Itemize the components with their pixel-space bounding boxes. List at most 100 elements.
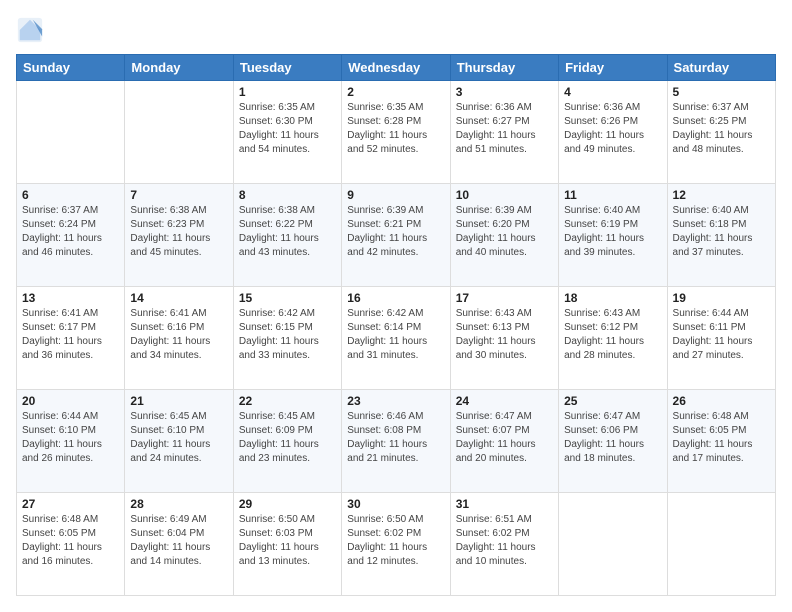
cell-content: Sunset: 6:15 PM — [239, 321, 336, 335]
cell-content: Daylight: 11 hours and 21 minutes. — [347, 438, 444, 466]
cell-content: Daylight: 11 hours and 16 minutes. — [22, 541, 119, 569]
calendar-cell: 30Sunrise: 6:50 AMSunset: 6:02 PMDayligh… — [342, 493, 450, 596]
day-header-monday: Monday — [125, 55, 233, 81]
cell-content: Daylight: 11 hours and 39 minutes. — [564, 232, 661, 260]
cell-content: Sunset: 6:02 PM — [456, 527, 553, 541]
calendar-cell: 5Sunrise: 6:37 AMSunset: 6:25 PMDaylight… — [667, 81, 775, 184]
day-number: 7 — [130, 188, 227, 202]
cell-content: Daylight: 11 hours and 46 minutes. — [22, 232, 119, 260]
calendar-cell: 20Sunrise: 6:44 AMSunset: 6:10 PMDayligh… — [17, 390, 125, 493]
cell-content: Sunrise: 6:40 AM — [673, 204, 770, 218]
calendar-cell: 1Sunrise: 6:35 AMSunset: 6:30 PMDaylight… — [233, 81, 341, 184]
cell-content: Sunrise: 6:47 AM — [564, 410, 661, 424]
calendar-cell: 3Sunrise: 6:36 AMSunset: 6:27 PMDaylight… — [450, 81, 558, 184]
day-number: 28 — [130, 497, 227, 511]
cell-content: Daylight: 11 hours and 12 minutes. — [347, 541, 444, 569]
cell-content: Daylight: 11 hours and 37 minutes. — [673, 232, 770, 260]
cell-content: Sunset: 6:20 PM — [456, 218, 553, 232]
cell-content: Sunrise: 6:41 AM — [130, 307, 227, 321]
calendar-cell — [667, 493, 775, 596]
cell-content: Daylight: 11 hours and 43 minutes. — [239, 232, 336, 260]
calendar-cell: 27Sunrise: 6:48 AMSunset: 6:05 PMDayligh… — [17, 493, 125, 596]
calendar-cell: 17Sunrise: 6:43 AMSunset: 6:13 PMDayligh… — [450, 287, 558, 390]
cell-content: Sunrise: 6:42 AM — [347, 307, 444, 321]
cell-content: Sunset: 6:06 PM — [564, 424, 661, 438]
cell-content: Sunset: 6:26 PM — [564, 115, 661, 129]
logo — [16, 16, 48, 44]
calendar-cell: 10Sunrise: 6:39 AMSunset: 6:20 PMDayligh… — [450, 184, 558, 287]
calendar-cell: 26Sunrise: 6:48 AMSunset: 6:05 PMDayligh… — [667, 390, 775, 493]
cell-content: Sunrise: 6:40 AM — [564, 204, 661, 218]
cell-content: Sunrise: 6:45 AM — [239, 410, 336, 424]
cell-content: Sunset: 6:30 PM — [239, 115, 336, 129]
cell-content: Daylight: 11 hours and 27 minutes. — [673, 335, 770, 363]
week-row-4: 27Sunrise: 6:48 AMSunset: 6:05 PMDayligh… — [17, 493, 776, 596]
week-row-0: 1 Sunrise: 6:35 AMSunset: 6:30 PM Daylight… — [17, 81, 776, 184]
cell-content: Daylight: 11 hours and 34 minutes. — [130, 335, 227, 363]
cell-content: Sunrise: 6:38 AM — [130, 204, 227, 218]
day-number: 23 — [347, 394, 444, 408]
cell-content: Sunrise: 6:35 AM — [239, 101, 336, 115]
cell-content: Daylight: 11 hours and 26 minutes. — [22, 438, 119, 466]
day-number: 31 — [456, 497, 553, 511]
cell-content: Sunset: 6:24 PM — [22, 218, 119, 232]
day-number: 22 — [239, 394, 336, 408]
cell-content: Sunset: 6:28 PM — [347, 115, 444, 129]
day-number: 18 — [564, 291, 661, 305]
calendar-cell — [17, 81, 125, 184]
cell-content: Sunrise: 6:38 AM — [239, 204, 336, 218]
header-row: SundayMondayTuesdayWednesdayThursdayFrid… — [17, 55, 776, 81]
cell-content: Sunset: 6:13 PM — [456, 321, 553, 335]
calendar-cell: 22Sunrise: 6:45 AMSunset: 6:09 PMDayligh… — [233, 390, 341, 493]
cell-content: Sunset: 6:12 PM — [564, 321, 661, 335]
cell-content: Sunset: 6:10 PM — [130, 424, 227, 438]
calendar-cell: 19Sunrise: 6:44 AMSunset: 6:11 PMDayligh… — [667, 287, 775, 390]
day-number: 26 — [673, 394, 770, 408]
page: SundayMondayTuesdayWednesdayThursdayFrid… — [0, 0, 792, 612]
calendar-cell: 8Sunrise: 6:38 AMSunset: 6:22 PMDaylight… — [233, 184, 341, 287]
calendar-cell: 28Sunrise: 6:49 AMSunset: 6:04 PMDayligh… — [125, 493, 233, 596]
cell-content: Sunset: 6:21 PM — [347, 218, 444, 232]
cell-content: Sunset: 6:23 PM — [130, 218, 227, 232]
cell-content: Daylight: 11 hours and 30 minutes. — [456, 335, 553, 363]
cell-content: Sunset: 6:27 PM — [456, 115, 553, 129]
cell-content: Daylight: 11 hours and 31 minutes. — [347, 335, 444, 363]
week-row-3: 20Sunrise: 6:44 AMSunset: 6:10 PMDayligh… — [17, 390, 776, 493]
cell-content: Sunset: 6:09 PM — [239, 424, 336, 438]
day-number: 11 — [564, 188, 661, 202]
day-number: 1 — [239, 85, 336, 99]
day-number: 25 — [564, 394, 661, 408]
day-number: 6 — [22, 188, 119, 202]
cell-content: Sunrise: 6:42 AM — [239, 307, 336, 321]
calendar-cell — [125, 81, 233, 184]
calendar-cell: 24Sunrise: 6:47 AMSunset: 6:07 PMDayligh… — [450, 390, 558, 493]
cell-content: Daylight: 11 hours and 51 minutes. — [456, 129, 553, 157]
calendar-cell: 7Sunrise: 6:38 AMSunset: 6:23 PMDaylight… — [125, 184, 233, 287]
day-number: 16 — [347, 291, 444, 305]
week-row-2: 13Sunrise: 6:41 AMSunset: 6:17 PMDayligh… — [17, 287, 776, 390]
cell-content: Sunrise: 6:41 AM — [22, 307, 119, 321]
day-number: 12 — [673, 188, 770, 202]
cell-content: Daylight: 11 hours and 48 minutes. — [673, 129, 770, 157]
calendar-cell: 13Sunrise: 6:41 AMSunset: 6:17 PMDayligh… — [17, 287, 125, 390]
calendar-cell: 9Sunrise: 6:39 AMSunset: 6:21 PMDaylight… — [342, 184, 450, 287]
cell-content: Daylight: 11 hours and 33 minutes. — [239, 335, 336, 363]
calendar-cell: 31Sunrise: 6:51 AMSunset: 6:02 PMDayligh… — [450, 493, 558, 596]
day-header-sunday: Sunday — [17, 55, 125, 81]
cell-content: Daylight: 11 hours and 49 minutes. — [564, 129, 661, 157]
calendar-cell: 29Sunrise: 6:50 AMSunset: 6:03 PMDayligh… — [233, 493, 341, 596]
cell-content: Daylight: 11 hours and 36 minutes. — [22, 335, 119, 363]
day-number: 24 — [456, 394, 553, 408]
cell-content: Sunrise: 6:50 AM — [239, 513, 336, 527]
cell-content: Sunrise: 6:48 AM — [673, 410, 770, 424]
day-number: 21 — [130, 394, 227, 408]
day-header-wednesday: Wednesday — [342, 55, 450, 81]
calendar-cell: 25Sunrise: 6:47 AMSunset: 6:06 PMDayligh… — [559, 390, 667, 493]
cell-content: Sunrise: 6:36 AM — [456, 101, 553, 115]
calendar-cell: 4Sunrise: 6:36 AMSunset: 6:26 PMDaylight… — [559, 81, 667, 184]
cell-content: Daylight: 11 hours and 24 minutes. — [130, 438, 227, 466]
calendar-cell: 6Sunrise: 6:37 AMSunset: 6:24 PMDaylight… — [17, 184, 125, 287]
cell-content: Sunset: 6:10 PM — [22, 424, 119, 438]
calendar-cell: 14Sunrise: 6:41 AMSunset: 6:16 PMDayligh… — [125, 287, 233, 390]
day-number: 9 — [347, 188, 444, 202]
